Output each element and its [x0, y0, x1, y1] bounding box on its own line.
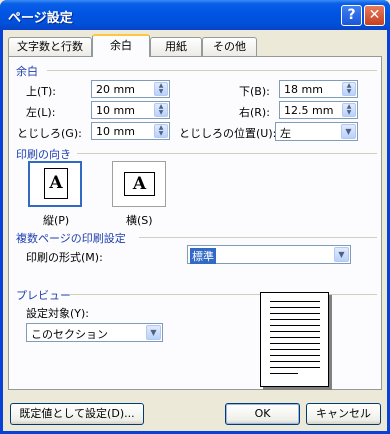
landscape-option[interactable]: A: [112, 161, 166, 207]
chevron-down-icon[interactable]: ▼: [334, 247, 349, 262]
preview-line: [270, 319, 320, 320]
preview-line: [270, 367, 320, 368]
help-icon[interactable]: ?: [341, 5, 362, 26]
spinner-arrows-icon[interactable]: ▲ ▼: [154, 103, 168, 117]
bottom-margin-value[interactable]: 18 mm: [284, 83, 323, 96]
preview-line: [270, 355, 320, 356]
preview-line: [270, 307, 320, 308]
spinner-arrows-icon[interactable]: ▲ ▼: [342, 82, 356, 96]
top-margin-spinner[interactable]: 20 mm ▲ ▼: [91, 80, 170, 98]
top-margin-label: 上(T):: [26, 85, 57, 98]
preview-line: [270, 337, 320, 338]
dialog-body: 文字数と行数 余白 用紙 その他 余白 上(T): 20 mm ▲ ▼ 下(B):…: [3, 30, 387, 431]
apply-to-select[interactable]: このセクション ▼: [26, 323, 163, 342]
portrait-page-icon: A: [44, 168, 68, 199]
preview-line: [270, 313, 320, 314]
print-format-value: 標準: [190, 248, 216, 264]
ok-button[interactable]: OK: [225, 403, 300, 425]
right-margin-label: 右(R):: [239, 106, 270, 119]
title-bar[interactable]: ページ設定 ? ✕: [0, 0, 390, 30]
page-setup-dialog: ページ設定 ? ✕ 文字数と行数 余白 用紙 その他 余白 上(T): 20 m…: [0, 0, 390, 434]
right-margin-spinner[interactable]: 12.5 mm ▲ ▼: [279, 101, 358, 119]
preview-line: [270, 361, 320, 362]
preview-section-title: プレビュー: [16, 289, 71, 302]
tab-other[interactable]: その他: [202, 37, 257, 56]
cancel-button[interactable]: キャンセル: [306, 403, 381, 425]
gutter-label: とじしろ(G):: [17, 127, 82, 140]
gutter-position-label: とじしろの位置(U):: [179, 127, 277, 140]
right-margin-value[interactable]: 12.5 mm: [284, 104, 333, 117]
apply-to-value: このセクション: [31, 328, 108, 341]
left-margin-spinner[interactable]: 10 mm ▲ ▼: [91, 101, 170, 119]
close-icon[interactable]: ✕: [364, 5, 385, 26]
print-format-label: 印刷の形式(M):: [26, 251, 103, 264]
tab-paper[interactable]: 用紙: [150, 37, 202, 56]
preview-line: [270, 331, 320, 332]
preview-line: [270, 301, 320, 302]
preview-line: [270, 343, 320, 344]
multiple-pages-section-title: 複数ページの印刷設定: [16, 232, 126, 245]
gutter-spinner[interactable]: 10 mm ▲ ▼: [91, 122, 170, 140]
window-title: ページ設定: [8, 11, 73, 26]
preview-line: [270, 373, 298, 374]
portrait-option[interactable]: A: [28, 161, 82, 207]
preview-line: [270, 325, 320, 326]
landscape-page-icon: A: [124, 172, 155, 196]
left-margin-label: 左(L):: [26, 106, 56, 119]
top-margin-value[interactable]: 20 mm: [96, 83, 135, 96]
section-divider: [69, 294, 377, 295]
gutter-position-select[interactable]: 左 ▼: [275, 122, 358, 141]
portrait-label[interactable]: 縦(P): [43, 212, 69, 228]
chevron-down-icon[interactable]: ▼: [341, 124, 356, 139]
tab-margins[interactable]: 余白: [92, 34, 150, 57]
spinner-arrows-icon[interactable]: ▲ ▼: [342, 103, 356, 117]
tab-characters-lines[interactable]: 文字数と行数: [8, 37, 92, 56]
apply-to-label: 設定対象(Y):: [26, 307, 90, 320]
section-divider: [139, 237, 377, 238]
section-divider: [47, 70, 377, 71]
section-divider: [77, 153, 377, 154]
orientation-section-title: 印刷の向き: [16, 148, 71, 161]
gutter-position-value: 左: [280, 127, 291, 140]
print-format-select[interactable]: 標準 ▼: [187, 245, 351, 264]
chevron-down-icon[interactable]: ▼: [146, 325, 161, 340]
margins-section-title: 余白: [16, 65, 38, 78]
bottom-margin-spinner[interactable]: 18 mm ▲ ▼: [279, 80, 358, 98]
spinner-arrows-icon[interactable]: ▲ ▼: [154, 82, 168, 96]
spinner-arrows-icon[interactable]: ▲ ▼: [154, 124, 168, 138]
set-as-default-button[interactable]: 既定値として設定(D)...: [10, 403, 144, 425]
left-margin-value[interactable]: 10 mm: [96, 104, 135, 117]
bottom-margin-label: 下(B):: [239, 85, 270, 98]
preview-line: [270, 349, 320, 350]
page-preview: [260, 292, 329, 387]
gutter-value[interactable]: 10 mm: [96, 125, 135, 138]
landscape-label[interactable]: 横(S): [126, 212, 153, 228]
